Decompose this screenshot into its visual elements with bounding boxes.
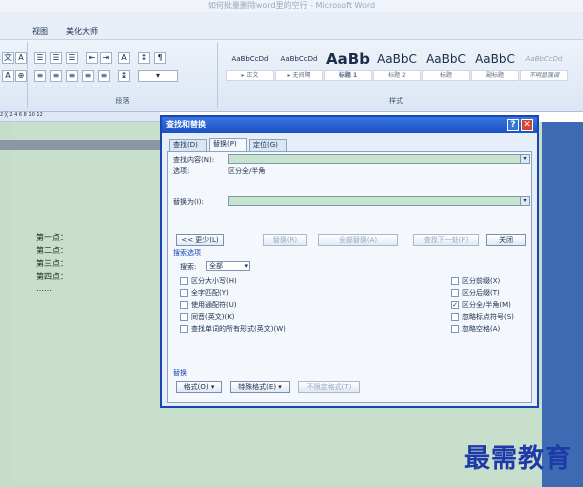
paragraph-group-label: 段落 (115, 97, 130, 105)
ignore-space-checkbox[interactable]: 忽略空格(A) (451, 325, 500, 334)
distributed-icon[interactable]: ≡ (98, 70, 110, 82)
search-direction-select[interactable]: 全部 ▾ (206, 261, 250, 271)
match-case-checkbox[interactable]: 区分大小写(H) (180, 277, 237, 286)
align-center-icon[interactable]: ≡ (50, 70, 62, 82)
decrease-indent-icon[interactable]: ⇤ (86, 52, 98, 64)
doc-line-3: 第三点： (36, 259, 68, 268)
chinese-layout-icon[interactable]: A (118, 52, 130, 64)
show-marks-icon[interactable]: ¶ (154, 52, 166, 64)
enclose-char-icon[interactable]: ⊕ (15, 70, 27, 82)
search-options-title: 搜索选项 (173, 249, 201, 257)
format-button[interactable]: 格式(O) ▾ (176, 381, 222, 393)
watermark-logo: 最需教育 (464, 444, 573, 474)
checkbox-box (451, 277, 459, 285)
desktop-edge (542, 122, 583, 487)
checkbox-box (451, 325, 459, 333)
whole-word-checkbox[interactable]: 全字匹配(Y) (180, 289, 229, 298)
all-word-forms-checkbox[interactable]: 查找单词的所有形式(英文)(W) (180, 325, 286, 334)
increase-indent-icon[interactable]: ⇥ (100, 52, 112, 64)
doc-line-1: 第一点： (36, 233, 68, 242)
less-button[interactable]: << 更少(L) (176, 234, 224, 246)
style-normal[interactable]: AaBbCcDd ▸ 正文 (226, 48, 274, 84)
replace-label: 替换为(I): (173, 198, 204, 206)
help-button[interactable]: ? (507, 119, 519, 131)
style-heading-1[interactable]: AaBb 标题 1 (324, 48, 372, 84)
replace-button[interactable]: 替换(R) (263, 234, 307, 246)
close-button[interactable]: 关闭 (486, 234, 526, 246)
style-no-spacing[interactable]: AaBbCcDd ▸ 无间隔 (275, 48, 323, 84)
tab-beautify[interactable]: 美化大师 (66, 26, 98, 37)
wildcards-checkbox[interactable]: 使用通配符(U) (180, 301, 237, 310)
match-suffix-checkbox[interactable]: 区分后缀(T) (451, 289, 500, 298)
tab-find[interactable]: 查找(D) (169, 139, 207, 151)
char-border-icon[interactable]: A (15, 52, 27, 64)
tab-goto[interactable]: 定位(G) (249, 139, 287, 151)
sounds-like-checkbox[interactable]: 同音(英文)(K) (180, 313, 235, 322)
style-subtitle[interactable]: AaBbC 副标题 (471, 48, 519, 84)
doc-line-4: 第四点： (36, 272, 68, 281)
tab-replace[interactable]: 替换(P) (209, 138, 247, 151)
style-title[interactable]: AaBbC 标题 (422, 48, 470, 84)
close-icon[interactable]: ✕ (521, 119, 533, 131)
doc-line-2: 第二点： (36, 246, 68, 255)
replace-section-title: 替换 (173, 369, 187, 377)
paragraph-group: ☰ ☰ ☰ ⇤ ⇥ A ↕ ¶ ≡ ≡ ≡ ≡ ≡ ↨ ▾ 段落 (28, 42, 218, 108)
options-label: 选项: (173, 167, 190, 175)
chevron-down-icon[interactable]: ▾ (520, 197, 529, 205)
replace-panel: 查找内容(N): ▾ 选项: 区分全/半角 替换为(I): ▾ << 更少(L)… (167, 151, 532, 403)
match-prefix-checkbox[interactable]: 区分前缀(X) (451, 277, 500, 286)
align-left-icon[interactable]: ≡ (34, 70, 46, 82)
ribbon: 文 A A ⊕ ☰ ☰ ☰ ⇤ ⇥ A ↕ ¶ ≡ ≡ ≡ ≡ ≡ ↨ ▾ 段落… (0, 40, 583, 112)
chevron-down-icon: ▾ (244, 262, 248, 270)
checkbox-box (180, 313, 188, 321)
checkbox-box (451, 289, 459, 297)
window-title: 如何批量删除word里的空行 - Microsoft Word (0, 0, 583, 12)
checkbox-box (180, 289, 188, 297)
replace-input[interactable]: ▾ (228, 196, 530, 206)
style-heading-2[interactable]: AaBbC 标题 2 (373, 48, 421, 84)
align-right-icon[interactable]: ≡ (66, 70, 78, 82)
checkbox-box (180, 325, 188, 333)
checkbox-box (451, 313, 459, 321)
font-group: 文 A A ⊕ (0, 42, 28, 108)
checkbox-box (180, 277, 188, 285)
options-value: 区分全/半角 (228, 167, 266, 175)
line-spacing-icon[interactable]: ↨ (118, 70, 130, 82)
horizontal-ruler[interactable]: 2 ╳ 2 4 6 8 10 12 (0, 112, 160, 122)
match-width-checkbox[interactable]: ✓ 区分全/半角(M) (451, 301, 511, 310)
multilevel-list-icon[interactable]: ☰ (66, 52, 78, 64)
find-next-button[interactable]: 查找下一处(F) (413, 234, 479, 246)
no-format-button[interactable]: 不限定格式(T) (298, 381, 360, 393)
char-shading-icon[interactable]: A (2, 70, 14, 82)
bullets-icon[interactable]: ☰ (34, 52, 46, 64)
find-replace-dialog: 查找和替换 ? ✕ 查找(D) 替换(P) 定位(G) 查找内容(N): ▾ 选… (160, 115, 539, 408)
ignore-punct-checkbox[interactable]: 忽略标点符号(S) (451, 313, 514, 322)
doc-line-5: …… (36, 284, 52, 293)
find-input[interactable]: ▾ (228, 154, 530, 164)
styles-group: AaBbCcDd ▸ 正文 AaBbCcDd ▸ 无间隔 AaBb 标题 1 AaBb… (222, 42, 570, 108)
page-gap (0, 140, 160, 150)
ribbon-tab-bar: 视图 美化大师 (0, 12, 583, 40)
shading-icon[interactable]: ▾ (138, 70, 178, 82)
tab-view[interactable]: 视图 (32, 26, 48, 37)
sort-icon[interactable]: ↕ (138, 52, 150, 64)
justify-icon[interactable]: ≡ (82, 70, 94, 82)
numbering-icon[interactable]: ☰ (50, 52, 62, 64)
find-label: 查找内容(N): (173, 156, 215, 164)
style-subtle-emphasis[interactable]: AaBbCcDd 不明显强调 (520, 48, 568, 84)
replace-all-button[interactable]: 全部替换(A) (318, 234, 398, 246)
chevron-down-icon[interactable]: ▾ (520, 155, 529, 163)
check-icon: ✓ (451, 301, 459, 309)
checkbox-box (180, 301, 188, 309)
phonetic-icon[interactable]: 文 (2, 52, 14, 64)
search-label: 搜索: (180, 263, 197, 271)
dialog-title: 查找和替换 (162, 117, 537, 133)
special-button[interactable]: 特殊格式(E) ▾ (230, 381, 290, 393)
styles-group-label: 样式 (389, 97, 403, 105)
